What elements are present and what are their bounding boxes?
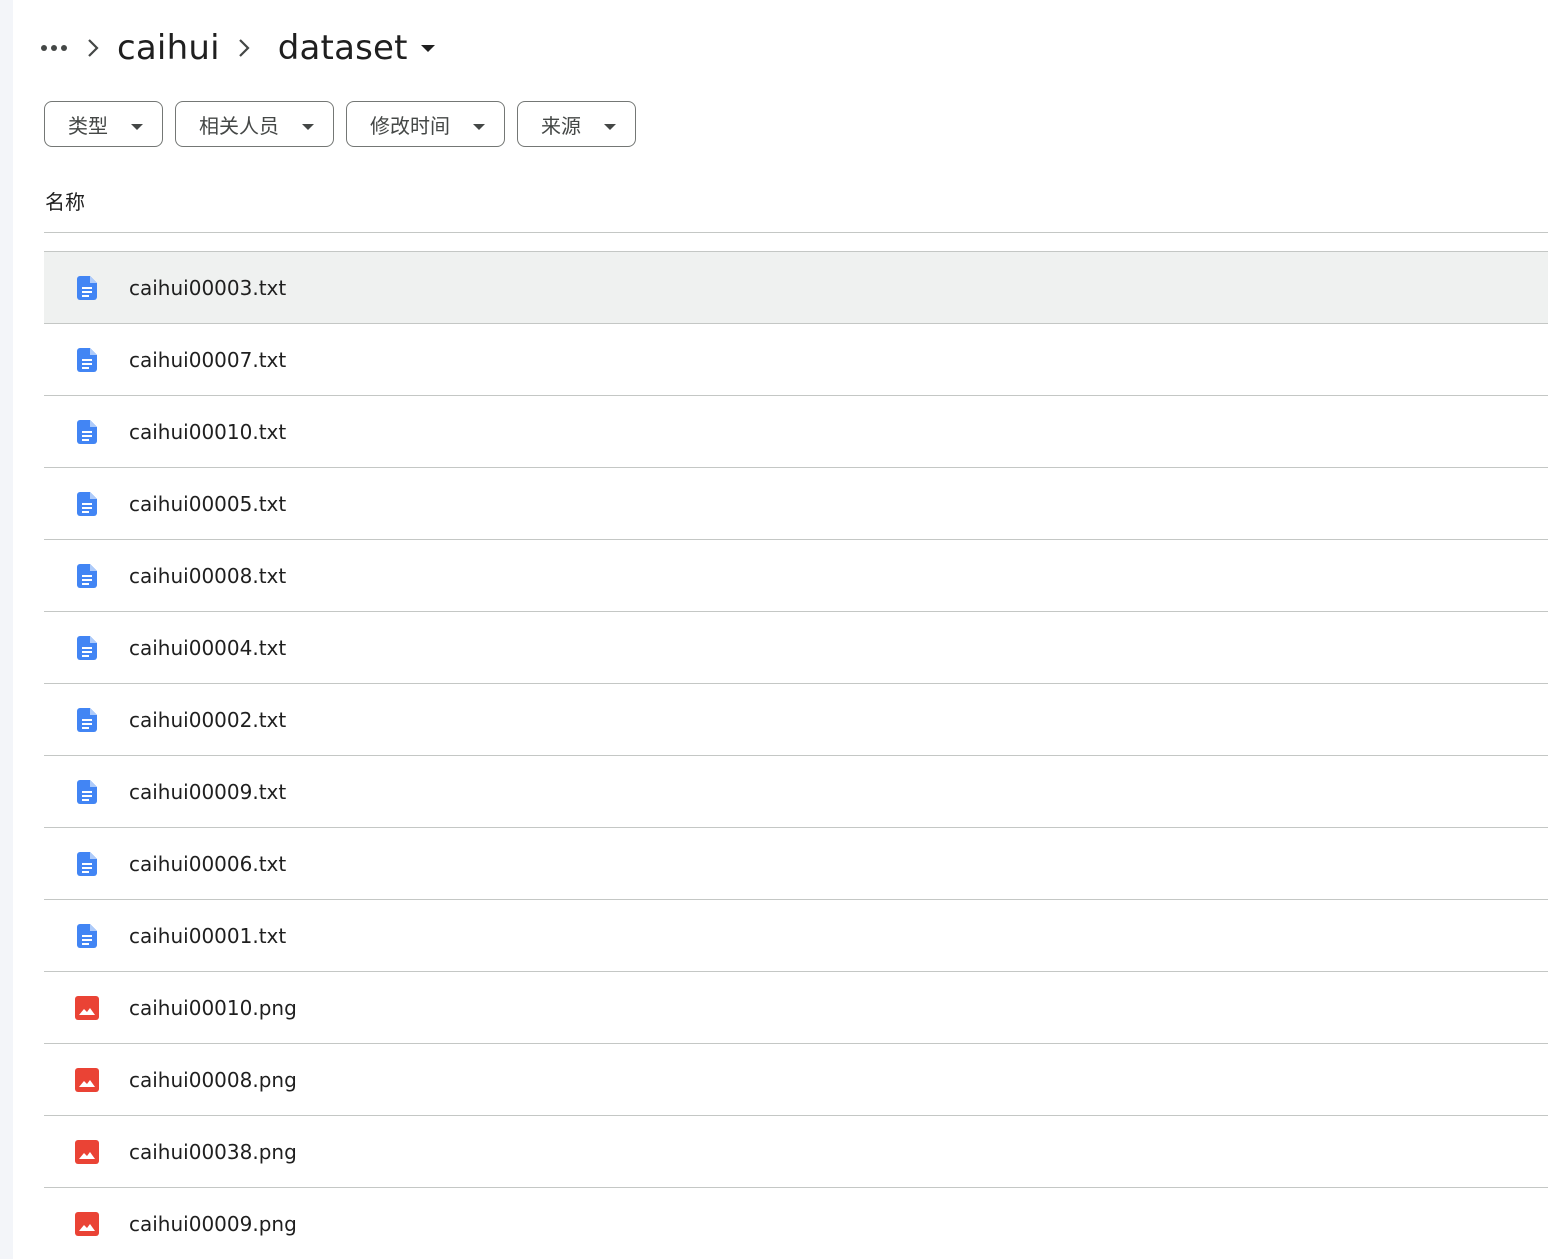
file-row[interactable]: caihui00010.png <box>44 971 1548 1043</box>
file-name: caihui00010.txt <box>129 419 287 444</box>
file-row[interactable]: caihui00005.txt <box>44 467 1548 539</box>
filter-chip-label: 修改时间 <box>370 113 450 138</box>
file-name: caihui00005.txt <box>129 491 287 516</box>
file-list: caihui00003.txt caihui00007.txt caihui0001… <box>44 251 1548 1259</box>
file-name: caihui00006.txt <box>129 851 287 876</box>
filter-modified-chip[interactable]: 修改时间 <box>346 101 505 147</box>
file-name: caihui00002.txt <box>129 707 287 732</box>
file-name: caihui00001.txt <box>129 923 287 948</box>
file-name: caihui00009.txt <box>129 779 287 804</box>
file-name: caihui00038.png <box>129 1139 297 1164</box>
document-file-icon <box>75 275 99 301</box>
document-file-icon <box>75 419 99 445</box>
filter-people-chip[interactable]: 相关人员 <box>175 101 334 147</box>
file-name: caihui00010.png <box>129 995 297 1020</box>
filter-chip-label: 类型 <box>68 113 108 138</box>
file-name: caihui00003.txt <box>129 275 287 300</box>
file-name: caihui00009.png <box>129 1211 297 1236</box>
file-name: caihui00007.txt <box>129 347 287 372</box>
file-row[interactable]: caihui00008.txt <box>44 539 1548 611</box>
chevron-right-icon <box>69 33 117 63</box>
image-file-icon <box>75 1139 99 1165</box>
breadcrumb-item-parent[interactable]: caihui <box>117 28 220 68</box>
filter-chip-bar: 类型 相关人员 修改时间 来源 <box>44 101 636 147</box>
filter-source-chip[interactable]: 来源 <box>517 101 636 147</box>
breadcrumb-current-folder[interactable]: dataset <box>278 28 436 68</box>
file-row[interactable]: caihui00010.txt <box>44 395 1548 467</box>
document-file-icon <box>75 347 99 373</box>
file-row[interactable]: caihui00007.txt <box>44 323 1548 395</box>
arrow-drop-down-icon <box>603 112 617 136</box>
document-file-icon <box>75 707 99 733</box>
image-file-icon <box>75 1067 99 1093</box>
app-left-edge <box>0 0 13 1259</box>
breadcrumb-current-label: dataset <box>277 28 408 68</box>
more-horiz-icon[interactable] <box>39 33 69 63</box>
file-row[interactable]: caihui00006.txt <box>44 827 1548 899</box>
arrow-drop-down-icon <box>130 112 144 136</box>
breadcrumb: caihui dataset <box>39 20 436 76</box>
file-name: caihui00008.txt <box>129 563 287 588</box>
header-divider <box>44 232 1548 233</box>
file-row[interactable]: caihui00003.txt <box>44 251 1548 323</box>
file-row[interactable]: caihui00009.png <box>44 1187 1548 1259</box>
file-row[interactable]: caihui00009.txt <box>44 755 1548 827</box>
file-name: caihui00008.png <box>129 1067 297 1092</box>
filter-chip-label: 来源 <box>541 113 581 138</box>
arrow-drop-down-icon <box>301 112 315 136</box>
document-file-icon <box>75 635 99 661</box>
file-row[interactable]: caihui00001.txt <box>44 899 1548 971</box>
file-row[interactable]: caihui00004.txt <box>44 611 1548 683</box>
image-file-icon <box>75 1211 99 1237</box>
document-file-icon <box>75 563 99 589</box>
file-row[interactable]: caihui00008.png <box>44 1043 1548 1115</box>
file-name: caihui00004.txt <box>129 635 287 660</box>
arrow-drop-down-icon <box>472 112 486 136</box>
document-file-icon <box>75 779 99 805</box>
column-header-name[interactable]: 名称 <box>45 186 85 215</box>
file-browser-page: caihui dataset 类型 相关人员 修改时间 来源 名称 caihui… <box>13 0 1548 1259</box>
document-file-icon <box>75 851 99 877</box>
document-file-icon <box>75 923 99 949</box>
filter-type-chip[interactable]: 类型 <box>44 101 163 147</box>
image-file-icon <box>75 995 99 1021</box>
filter-chip-label: 相关人员 <box>199 113 279 138</box>
file-row[interactable]: caihui00002.txt <box>44 683 1548 755</box>
document-file-icon <box>75 491 99 517</box>
file-row[interactable]: caihui00038.png <box>44 1115 1548 1187</box>
chevron-right-icon <box>220 33 268 63</box>
arrow-drop-down-icon <box>420 39 436 58</box>
